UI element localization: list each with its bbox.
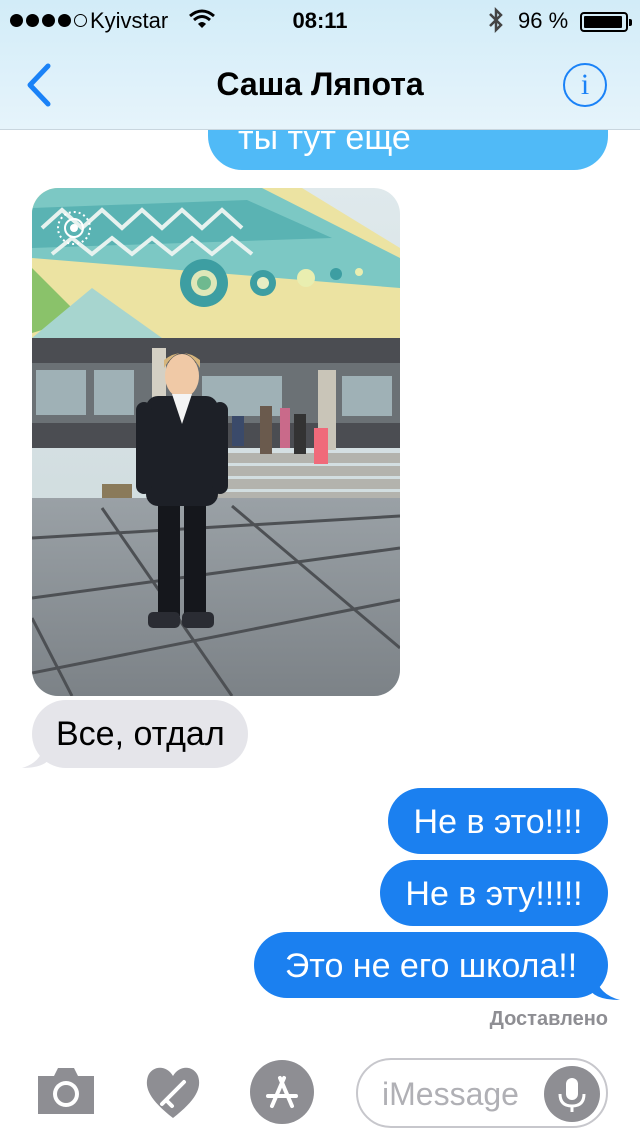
message-text: Не в это!!!!: [413, 803, 583, 841]
photo-image: [32, 188, 400, 696]
camera-icon[interactable]: [36, 1064, 96, 1116]
microphone-icon: [558, 1078, 586, 1112]
input-bar: [0, 1046, 640, 1136]
message-field[interactable]: [356, 1058, 608, 1128]
bubble-tail: [588, 976, 620, 1000]
message-bubble-outgoing[interactable]: Не в эту!!!!!: [380, 860, 608, 926]
photo-attachment[interactable]: [32, 188, 400, 696]
info-button[interactable]: i: [563, 63, 607, 107]
digital-touch-heart-icon[interactable]: [142, 1060, 204, 1122]
battery-percent: 96 %: [518, 8, 569, 33]
message-bubble-incoming[interactable]: Все, отдал: [32, 700, 248, 768]
app-store-icon[interactable]: [250, 1060, 314, 1124]
bluetooth-icon: [489, 6, 503, 34]
message-input[interactable]: [382, 1074, 542, 1114]
message-list[interactable]: ты тут еще Все, отдал Не в это!!!! Не в …: [0, 0, 640, 1136]
status-bar: Kyivstar 08:11 96 %: [0, 0, 640, 40]
message-bubble-outgoing[interactable]: Не в это!!!!: [388, 788, 608, 854]
message-text: Не в эту!!!!!: [405, 875, 583, 913]
battery-icon: [580, 12, 632, 32]
microphone-button[interactable]: [544, 1066, 600, 1122]
message-text: Все, отдал: [56, 715, 225, 753]
message-bubble-outgoing[interactable]: Это не его школа!!: [254, 932, 608, 998]
conversation-title[interactable]: Саша Ляпота: [0, 66, 640, 103]
delivery-status: Доставлено: [489, 1008, 608, 1030]
bubble-tail: [22, 744, 52, 768]
nav-header: Kyivstar 08:11 96 % Саша Ляпота i: [0, 0, 640, 130]
message-text: Это не его школа!!: [284, 947, 578, 985]
